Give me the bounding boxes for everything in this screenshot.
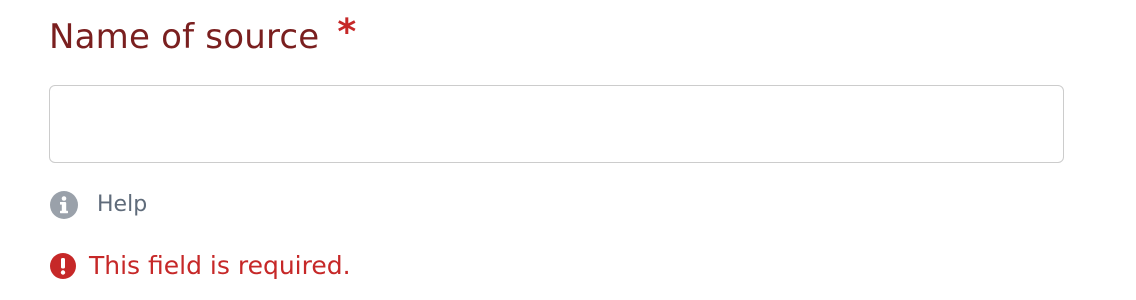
error-message: This field is required. xyxy=(89,251,351,280)
help-toggle[interactable]: Help xyxy=(49,190,147,220)
name-of-source-field: Name of source * Help This field is requ… xyxy=(49,0,1064,300)
error-message-row: This field is required. xyxy=(49,250,351,282)
name-of-source-input[interactable] xyxy=(49,85,1064,163)
help-label[interactable]: Help xyxy=(97,190,147,220)
info-circle-icon xyxy=(49,190,79,220)
exclamation-circle-icon xyxy=(49,252,77,280)
field-label-row: Name of source * xyxy=(49,12,356,60)
required-indicator: * xyxy=(337,12,357,53)
field-label: Name of source xyxy=(49,17,320,57)
